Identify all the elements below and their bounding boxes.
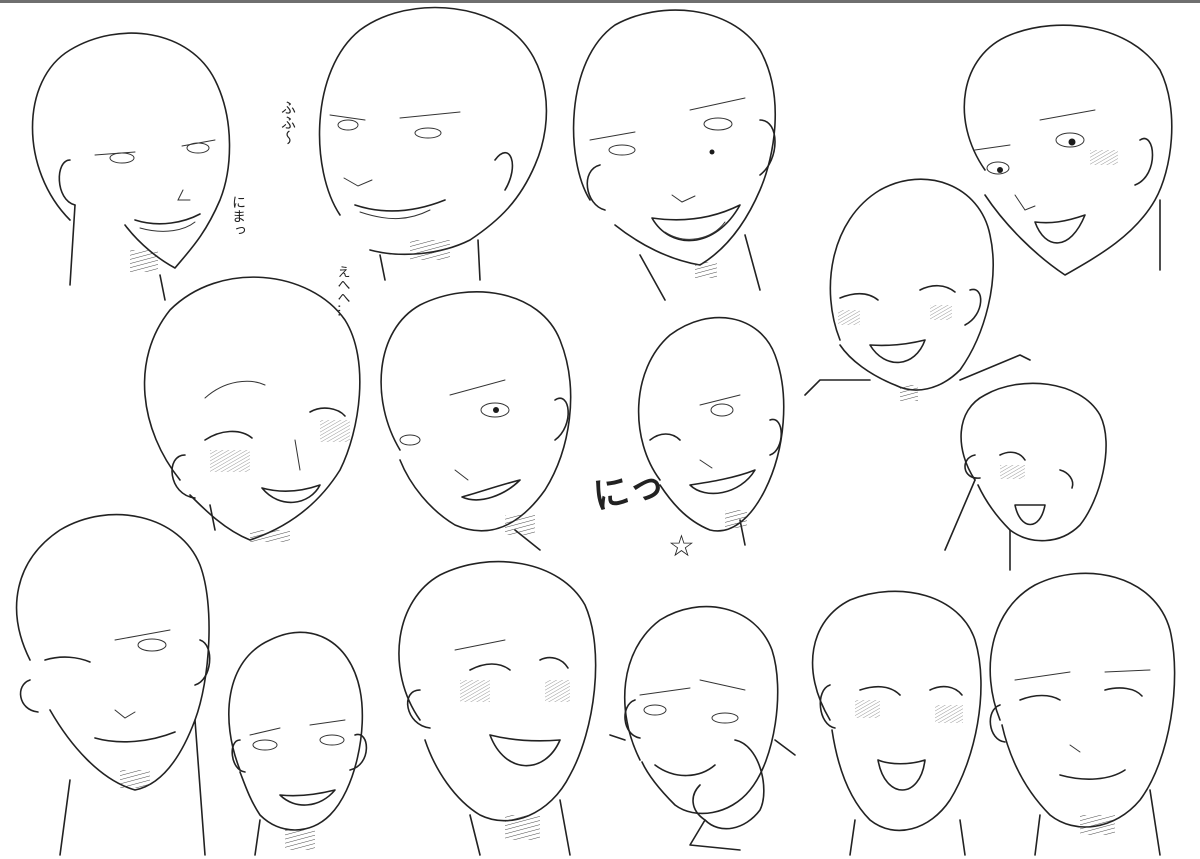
- sketch-sheet: ふふ〜 にまっ えへへ… にっ ☆: [0, 0, 1200, 859]
- head-drawing-4: [963, 24, 1173, 276]
- sfx-nitt: にっ: [589, 463, 668, 518]
- head-drawing-2: [318, 6, 548, 281]
- head-drawing-13: [609, 605, 796, 851]
- head-drawing-1: [31, 32, 231, 301]
- head-drawing-5: [143, 276, 361, 542]
- head-drawing-10: [15, 513, 211, 856]
- sfx-star: ☆: [668, 529, 695, 564]
- head-drawing-9: [944, 382, 1107, 571]
- head-drawing-14: [811, 590, 982, 856]
- head-drawing-11: [228, 631, 368, 856]
- sfx-nima: にまっ: [230, 195, 246, 237]
- sketch-canvas: ふふ〜 にまっ えへへ… にっ ☆: [15, 6, 1176, 856]
- head-drawing-6: [380, 291, 572, 551]
- sfx-ehehe: えへへ…: [335, 265, 351, 317]
- sfx-fufu: ふふ〜: [279, 100, 297, 145]
- head-drawing-8: [804, 178, 1031, 401]
- head-drawing-3: [572, 9, 776, 301]
- head-drawing-7: [637, 316, 785, 546]
- head-drawing-12: [398, 560, 597, 856]
- head-drawing-15: [989, 572, 1176, 856]
